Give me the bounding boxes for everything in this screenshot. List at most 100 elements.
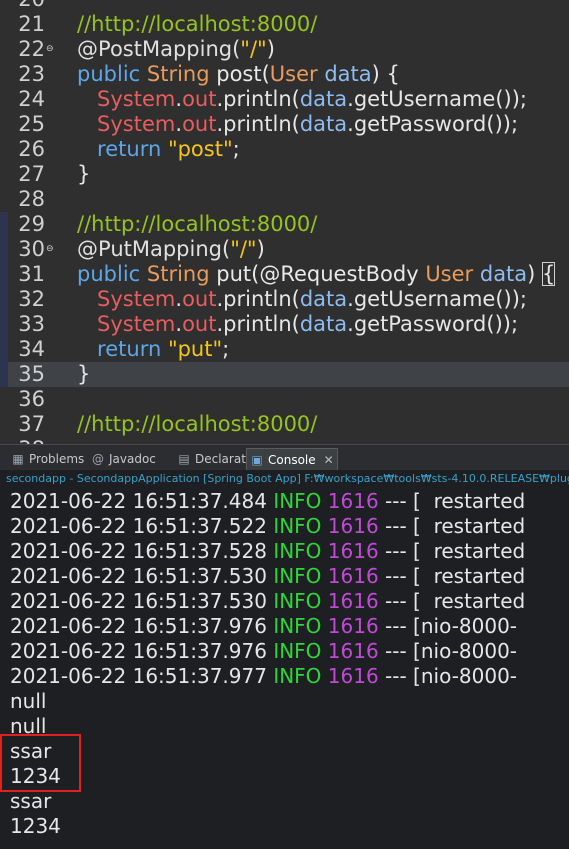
code-token: ;	[222, 337, 230, 361]
code-editor[interactable]: 2021 //http://localhost:8000/22⊖ @PostMa…	[0, 0, 569, 444]
code-token: data	[299, 112, 348, 136]
code-token: User	[425, 262, 480, 286]
code-line[interactable]: 23 public String post(User data) {	[0, 62, 569, 87]
gutter-change-marker	[0, 287, 8, 312]
declaration-icon: ▤	[178, 451, 190, 466]
code-line[interactable]: 30 ⊖ @PutMapping("/")	[0, 237, 569, 262]
code-line[interactable]: 25 System.out.println(data.getPassword()…	[0, 112, 569, 137]
code-line[interactable]: 38	[0, 437, 569, 444]
code-line[interactable]: 27 }	[0, 162, 569, 187]
code-line[interactable]: 28	[0, 187, 569, 212]
code-line[interactable]: 32 System.out.println(data.getUsername()…	[0, 287, 569, 312]
log-line: 2021-06-22 16:51:37.977 INFO 1616 --- [n…	[10, 664, 517, 689]
log-pid: 1616	[327, 564, 379, 588]
log-line: 2021-06-22 16:51:37.530 INFO 1616 --- [ …	[10, 564, 525, 589]
code-text: System.out.println(data.getUsername());	[57, 87, 527, 112]
log-level: INFO	[273, 614, 322, 638]
code-token: System	[57, 312, 176, 336]
code-token: "/"	[230, 237, 257, 261]
code-token: out	[182, 87, 217, 111]
code-token: //http://localhost:8000/	[57, 212, 318, 236]
fold-toggle-icon[interactable]: ⊖	[46, 45, 55, 54]
code-text: System.out.println(data.getUsername());	[57, 287, 527, 312]
log-text: 2021-06-22 16:51:37.530	[10, 564, 274, 588]
code-token: .getUsername());	[347, 87, 528, 111]
tab-label: Console	[268, 452, 316, 467]
code-line[interactable]: 20	[0, 0, 569, 12]
code-token: data	[299, 287, 348, 311]
log-line: 2021-06-22 16:51:37.528 INFO 1616 --- [ …	[10, 539, 525, 564]
log-text: --- [ restarted	[378, 539, 526, 563]
log-text: --- [nio-8000-	[378, 614, 518, 638]
code-line[interactable]: 35 }	[0, 362, 569, 387]
line-number: 26	[18, 137, 45, 161]
code-text: //http://localhost:8000/	[57, 412, 317, 437]
log-level: INFO	[273, 539, 322, 563]
code-token: )	[256, 237, 265, 261]
line-number: 33	[18, 312, 45, 336]
tab-problems[interactable]: ▦ Problems	[8, 448, 87, 469]
code-text: return "put";	[57, 337, 229, 362]
code-text: }	[57, 162, 90, 187]
code-token: )	[266, 37, 275, 61]
log-pid: 1616	[327, 489, 379, 513]
log-level: INFO	[273, 664, 322, 688]
tab-javadoc[interactable]: @ Javadoc	[88, 448, 159, 469]
code-token: .println(	[216, 312, 300, 336]
console-output[interactable]: 2021-06-22 16:51:37.484 INFO 1616 --- [ …	[0, 488, 569, 849]
log-text: 2021-06-22 16:51:37.976	[10, 614, 274, 638]
code-line[interactable]: 37 //http://localhost:8000/	[0, 412, 569, 437]
code-token: public	[57, 62, 147, 86]
code-line[interactable]: 29 //http://localhost:8000/	[0, 212, 569, 237]
code-token: "/"	[240, 37, 267, 61]
code-text: @PostMapping("/")	[57, 37, 275, 62]
line-number: 23	[18, 62, 45, 86]
log-text: --- [ restarted	[378, 514, 526, 538]
line-number: 20	[10, 0, 45, 12]
code-line[interactable]: 31 public String put(@RequestBody User d…	[0, 262, 569, 287]
log-text: --- [nio-8000-	[378, 639, 518, 663]
code-token: //http://localhost:8000/	[57, 412, 318, 436]
code-line[interactable]: 21 //http://localhost:8000/	[0, 12, 569, 37]
fold-toggle-icon[interactable]: ⊖	[46, 245, 55, 254]
log-text: 2021-06-22 16:51:37.530	[10, 589, 274, 613]
code-text: //http://localhost:8000/	[57, 212, 317, 237]
log-line: 2021-06-22 16:51:37.522 INFO 1616 --- [ …	[10, 514, 525, 539]
code-token: String	[146, 62, 217, 86]
code-text: System.out.println(data.getPassword());	[57, 112, 518, 137]
log-text: --- [nio-8000-	[378, 664, 518, 688]
code-token: return	[57, 337, 168, 361]
code-token: @PutMapping(	[57, 237, 231, 261]
close-icon[interactable]: ✕	[324, 450, 334, 470]
line-number: 30	[18, 237, 45, 261]
log-text: --- [ restarted	[378, 564, 526, 588]
line-number: 27	[18, 162, 45, 186]
code-text: @PutMapping("/")	[57, 237, 265, 262]
log-text: 2021-06-22 16:51:37.528	[10, 539, 274, 563]
code-token: data	[299, 312, 348, 336]
views-tab-bar: ▦ Problems @ Javadoc ▤ Declaration ▣ Console ✕	[0, 444, 569, 471]
code-line[interactable]: 22 ⊖ @PostMapping("/")	[0, 37, 569, 62]
code-line[interactable]: 34 return "put";	[0, 337, 569, 362]
code-text: }	[57, 362, 90, 387]
code-token: out	[182, 312, 217, 336]
code-line[interactable]: 24 System.out.println(data.getUsername()…	[0, 87, 569, 112]
line-number: 36	[18, 387, 45, 411]
code-line[interactable]: 36	[0, 387, 569, 412]
gutter-change-marker	[0, 362, 8, 387]
log-level: INFO	[273, 639, 322, 663]
line-number: 37	[18, 412, 45, 436]
tab-console[interactable]: ▣ Console ✕	[246, 448, 338, 470]
output-line: null	[10, 689, 47, 713]
code-token: .println(	[216, 287, 300, 311]
line-number: 38	[10, 437, 45, 444]
code-token: }	[57, 362, 91, 386]
code-line[interactable]: 26 return "post";	[0, 137, 569, 162]
code-token: .println(	[216, 112, 300, 136]
tab-label: Problems	[29, 451, 85, 466]
code-line[interactable]: 33 System.out.println(data.getPassword()…	[0, 312, 569, 337]
code-token: "put"	[167, 337, 223, 361]
code-token: .println(	[216, 87, 300, 111]
log-level: INFO	[273, 589, 322, 613]
log-level: INFO	[273, 489, 322, 513]
